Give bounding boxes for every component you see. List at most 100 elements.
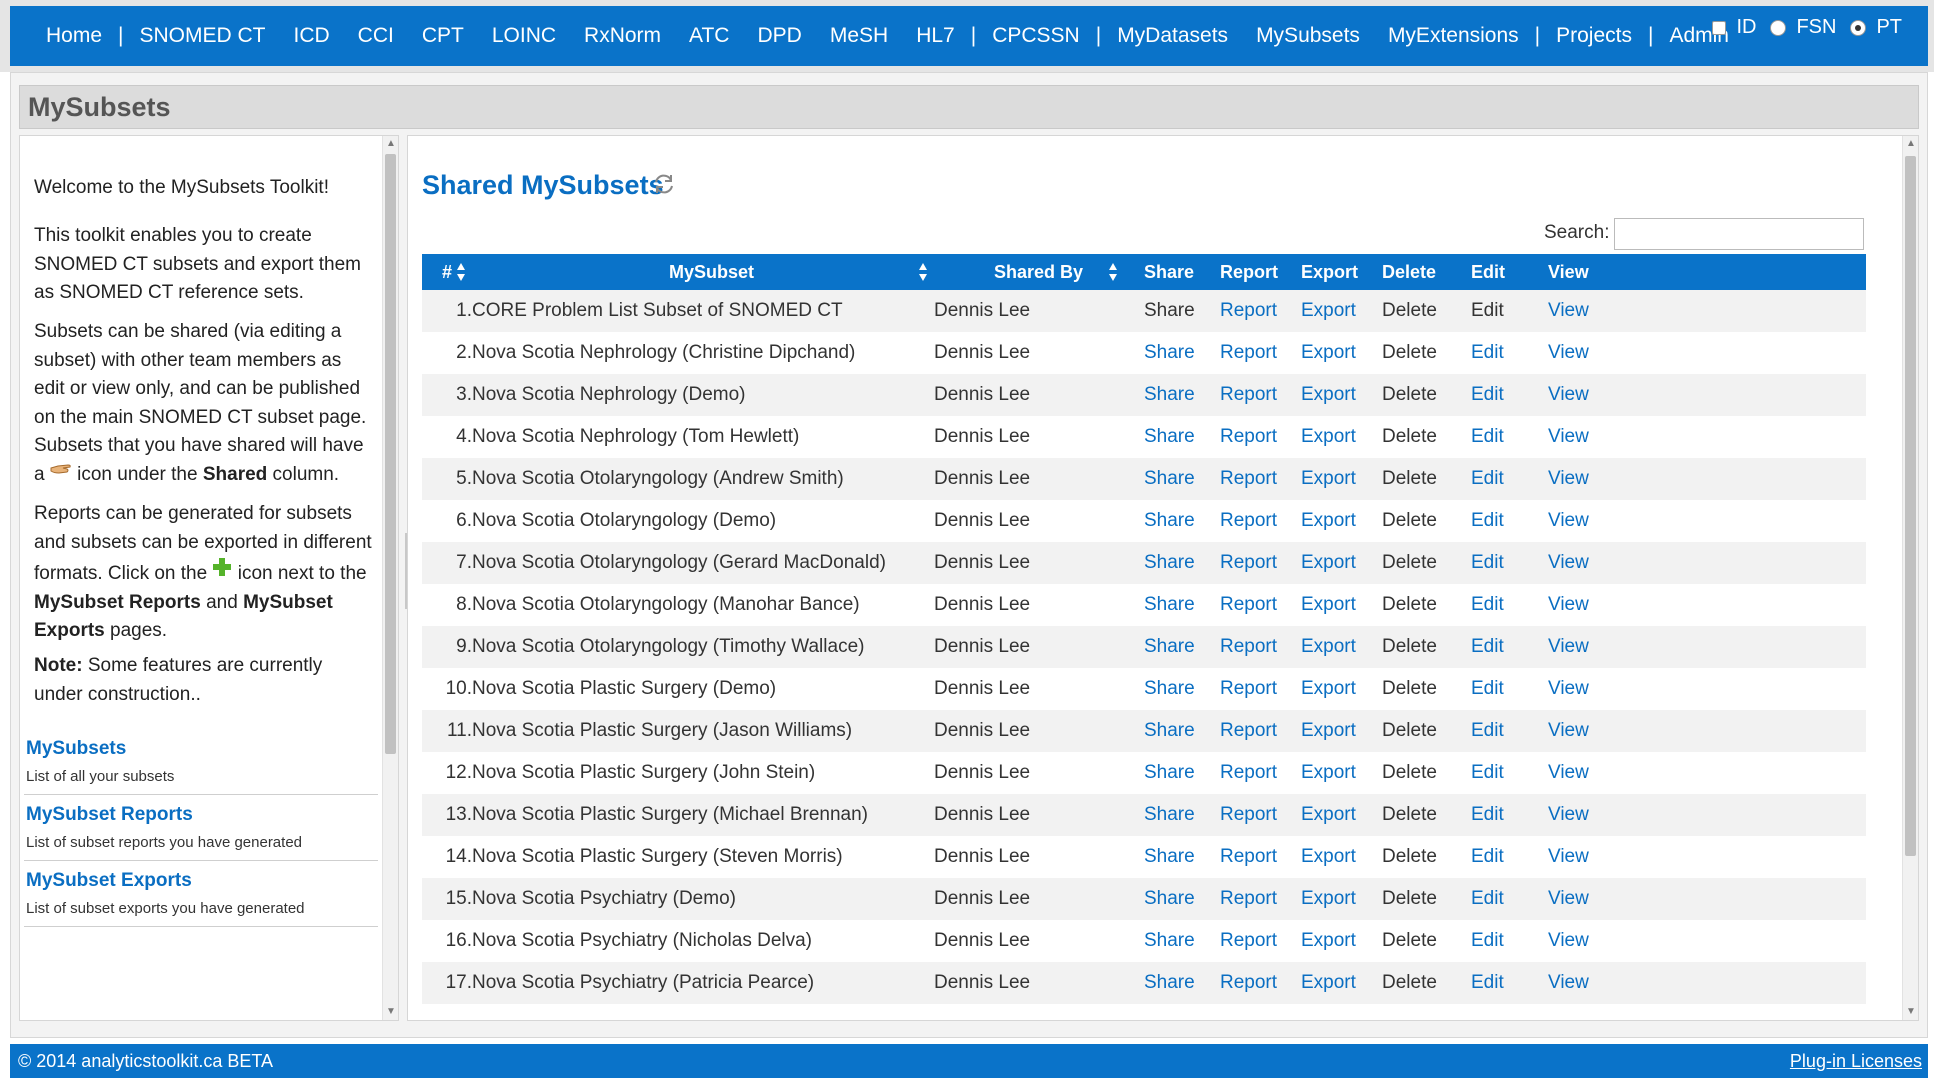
delete-action[interactable]: Delete [1382,416,1437,458]
edit-link[interactable]: Edit [1471,626,1504,668]
edit-link[interactable]: Edit [1471,500,1504,542]
sort-icon[interactable] [1108,262,1118,282]
sidebar-link-mysubsets[interactable]: MySubsets [26,738,126,760]
col-header-num[interactable]: # [442,254,452,290]
edit-link[interactable]: Edit [1471,878,1504,920]
share-link[interactable]: Share [1144,626,1195,668]
export-link[interactable]: Export [1301,878,1356,920]
export-link[interactable]: Export [1301,752,1356,794]
edit-link[interactable]: Edit [1471,416,1504,458]
view-link[interactable]: View [1548,878,1589,920]
id-checkbox[interactable] [1712,20,1727,35]
left-scrollbar[interactable]: ▲ ▼ [382,136,398,1020]
pt-radio[interactable] [1850,19,1867,36]
view-link[interactable]: View [1548,626,1589,668]
edit-link[interactable]: Edit [1471,962,1504,1004]
share-link[interactable]: Share [1144,416,1195,458]
report-link[interactable]: Report [1220,374,1277,416]
report-link[interactable]: Report [1220,836,1277,878]
nav-item-dpd[interactable]: DPD [743,24,815,48]
delete-action[interactable]: Delete [1382,794,1437,836]
fsn-option[interactable]: FSN [1770,16,1836,39]
sidebar-link-reports[interactable]: MySubset Reports [26,804,193,826]
nav-item-icd[interactable]: ICD [280,24,344,48]
nav-item-mysubsets[interactable]: MySubsets [1242,24,1374,48]
report-link[interactable]: Report [1220,626,1277,668]
delete-action[interactable]: Delete [1382,374,1437,416]
plugin-licenses-link[interactable]: Plug-in Licenses [1790,1051,1922,1072]
report-link[interactable]: Report [1220,542,1277,584]
delete-action[interactable]: Delete [1382,878,1437,920]
edit-link[interactable]: Edit [1471,836,1504,878]
scroll-down-arrow-icon[interactable]: ▼ [383,1004,398,1020]
report-link[interactable]: Report [1220,500,1277,542]
view-link[interactable]: View [1548,374,1589,416]
export-link[interactable]: Export [1301,584,1356,626]
export-link[interactable]: Export [1301,836,1356,878]
export-link[interactable]: Export [1301,416,1356,458]
view-link[interactable]: View [1548,836,1589,878]
edit-link[interactable]: Edit [1471,458,1504,500]
share-link[interactable]: Share [1144,500,1195,542]
refresh-icon[interactable] [652,172,676,196]
delete-action[interactable]: Delete [1382,626,1437,668]
col-header-mysubset[interactable]: MySubset [669,254,754,290]
report-link[interactable]: Report [1220,584,1277,626]
report-link[interactable]: Report [1220,290,1277,332]
report-link[interactable]: Report [1220,668,1277,710]
report-link[interactable]: Report [1220,878,1277,920]
view-link[interactable]: View [1548,290,1589,332]
share-link[interactable]: Share [1144,710,1195,752]
export-link[interactable]: Export [1301,458,1356,500]
scroll-up-arrow-icon[interactable]: ▲ [383,136,398,152]
nav-item-cci[interactable]: CCI [344,24,408,48]
nav-item-mydatasets[interactable]: MyDatasets [1103,24,1242,48]
report-link[interactable]: Report [1220,752,1277,794]
col-header-shared-by[interactable]: Shared By [994,254,1083,290]
delete-action[interactable]: Delete [1382,710,1437,752]
report-link[interactable]: Report [1220,332,1277,374]
share-link[interactable]: Share [1144,458,1195,500]
view-link[interactable]: View [1548,794,1589,836]
right-scrollbar[interactable]: ▲ ▼ [1902,136,1918,1020]
export-link[interactable]: Export [1301,962,1356,1004]
edit-link[interactable]: Edit [1471,542,1504,584]
id-option[interactable]: ID [1712,16,1756,39]
share-link[interactable]: Share [1144,374,1195,416]
share-link[interactable]: Share [1144,332,1195,374]
edit-link[interactable]: Edit [1471,374,1504,416]
share-link[interactable]: Share [1144,794,1195,836]
nav-item-atc[interactable]: ATC [675,24,743,48]
delete-action[interactable]: Delete [1382,290,1437,332]
delete-action[interactable]: Delete [1382,500,1437,542]
view-link[interactable]: View [1548,710,1589,752]
view-link[interactable]: View [1548,584,1589,626]
share-link[interactable]: Share [1144,668,1195,710]
view-link[interactable]: View [1548,332,1589,374]
export-link[interactable]: Export [1301,542,1356,584]
edit-link[interactable]: Edit [1471,332,1504,374]
share-link[interactable]: Share [1144,920,1195,962]
report-link[interactable]: Report [1220,458,1277,500]
search-input[interactable] [1614,218,1864,250]
export-link[interactable]: Export [1301,710,1356,752]
left-scroll-thumb[interactable] [385,154,396,754]
edit-link[interactable]: Edit [1471,920,1504,962]
share-link[interactable]: Share [1144,584,1195,626]
share-link[interactable]: Share [1144,836,1195,878]
fsn-radio[interactable] [1770,19,1787,36]
export-link[interactable]: Export [1301,668,1356,710]
nav-item-mesh[interactable]: MeSH [816,24,902,48]
share-link[interactable]: Share [1144,542,1195,584]
share-link[interactable]: Share [1144,878,1195,920]
report-link[interactable]: Report [1220,794,1277,836]
report-link[interactable]: Report [1220,962,1277,1004]
delete-action[interactable]: Delete [1382,542,1437,584]
nav-item-projects[interactable]: Projects [1542,24,1646,48]
nav-item-loinc[interactable]: LOINC [478,24,570,48]
delete-action[interactable]: Delete [1382,920,1437,962]
delete-action[interactable]: Delete [1382,458,1437,500]
pt-option[interactable]: PT [1850,16,1902,39]
export-link[interactable]: Export [1301,290,1356,332]
nav-item-home[interactable]: Home [32,24,116,48]
